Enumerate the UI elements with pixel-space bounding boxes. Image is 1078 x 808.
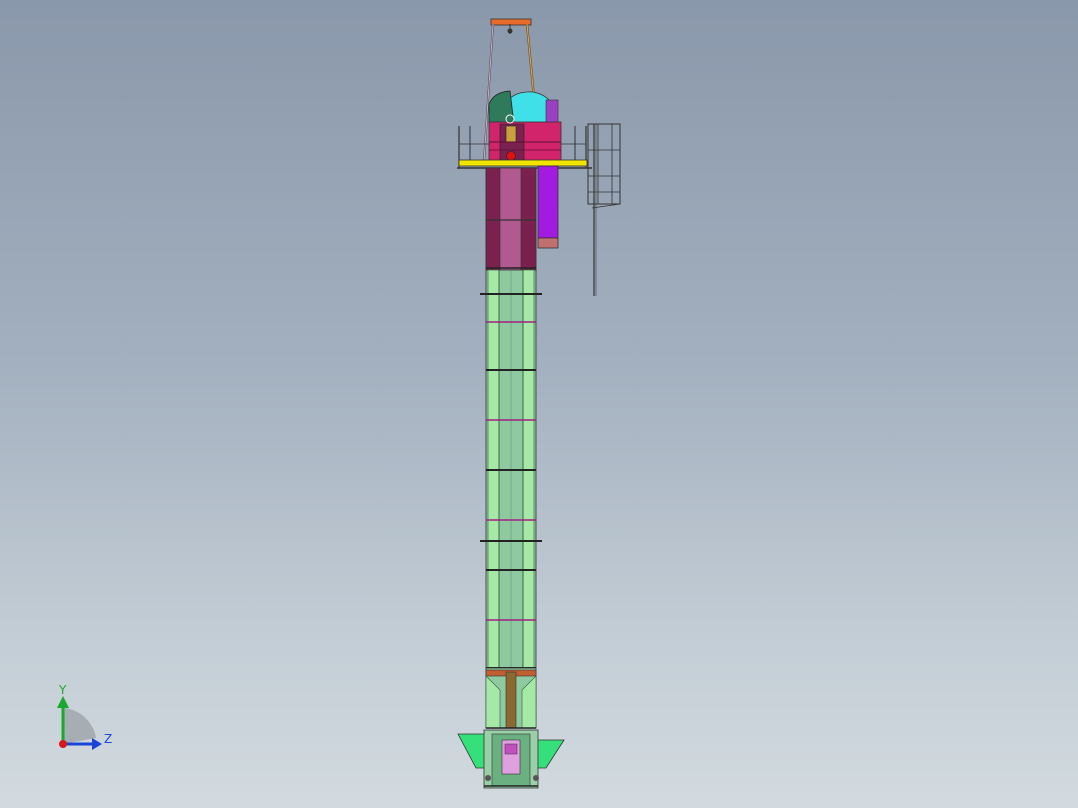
orientation-triad: Y Z xyxy=(44,684,124,754)
graphics-viewport[interactable]: Y Z xyxy=(0,0,1078,808)
bucket-elevator-model[interactable] xyxy=(0,0,1078,808)
elevator-head[interactable] xyxy=(488,90,562,163)
takeup-section[interactable] xyxy=(485,667,537,729)
elevator-boot[interactable] xyxy=(457,729,565,789)
z-axis-label: Z xyxy=(104,732,113,746)
cage-ladder[interactable] xyxy=(587,123,621,296)
y-axis-label: Y xyxy=(59,683,67,697)
upper-casing[interactable] xyxy=(485,167,537,271)
discharge-chute[interactable] xyxy=(537,165,559,249)
